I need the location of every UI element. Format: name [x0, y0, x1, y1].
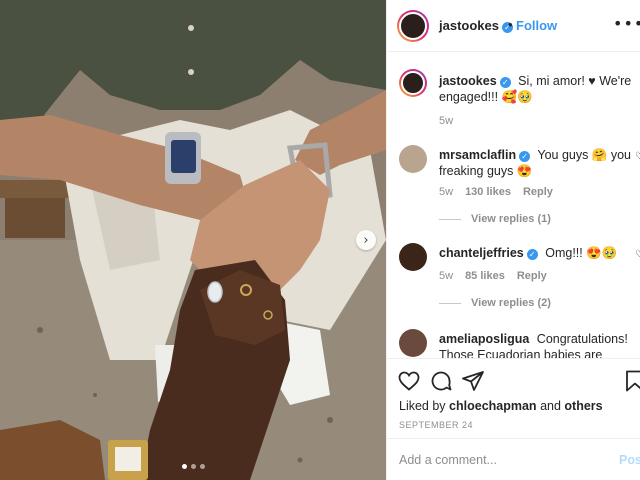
- bookmark-icon[interactable]: [623, 369, 640, 393]
- commenter-username[interactable]: ameliaposligua: [439, 332, 529, 346]
- share-icon[interactable]: [461, 369, 485, 393]
- author-avatar[interactable]: [397, 10, 429, 42]
- comment-meta: 5w 130 likes Reply: [439, 186, 565, 198]
- carousel-dot: [190, 464, 196, 469]
- liked-by-prefix: Liked by: [399, 399, 446, 413]
- comment-text: ameliaposligua Congratulations! Those Ec…: [439, 331, 635, 358]
- liked-by-user-link[interactable]: chloechapman: [449, 399, 537, 413]
- comment-time[interactable]: 5w: [439, 186, 453, 198]
- comment-body: Omg!!! 😍🥹: [545, 246, 618, 260]
- comment-input[interactable]: [399, 451, 599, 469]
- comment-like-icon[interactable]: ♡: [635, 151, 640, 162]
- commenter-avatar[interactable]: [399, 243, 427, 271]
- comment-like-icon[interactable]: ♡: [635, 249, 640, 260]
- post-sidebar: jastookes✓ • Follow ••• jastookes✓ Si, m…: [386, 0, 640, 480]
- commenter-avatar[interactable]: [399, 329, 427, 357]
- comment-text: mrsamclaflin ✓ You guys 🤗 you freaking gu…: [439, 147, 635, 179]
- comments-list: jastookes ✓ Si, mi amor! ♥ We're engaged!…: [387, 53, 640, 358]
- verified-badge-icon: ✓: [499, 77, 511, 88]
- carousel-next-button[interactable]: ›: [356, 230, 376, 250]
- caption-time[interactable]: 5w: [439, 115, 453, 127]
- commenter-username[interactable]: chanteljeffries ✓: [439, 246, 538, 260]
- carousel-indicator: [0, 464, 386, 469]
- commenter-avatar[interactable]: [399, 145, 427, 173]
- comment-likes[interactable]: 130 likes: [465, 186, 511, 198]
- verified-badge-icon: ✓: [519, 151, 531, 162]
- verified-badge-icon: ✓: [526, 249, 538, 260]
- comment-text: chanteljeffries ✓ Omg!!! 😍🥹: [439, 245, 635, 261]
- reply-button[interactable]: Reply: [517, 270, 547, 282]
- post-photo-illustration: [0, 0, 386, 480]
- view-replies-button[interactable]: View replies (1): [439, 213, 551, 225]
- follow-button[interactable]: Follow: [516, 18, 557, 33]
- caption-username[interactable]: jastookes ✓: [439, 74, 511, 88]
- carousel-dot: [181, 464, 187, 469]
- more-options-icon[interactable]: •••: [613, 14, 640, 33]
- comment-icon[interactable]: [429, 369, 453, 393]
- liked-by-text: Liked by chloechapman and others: [399, 399, 603, 413]
- author-username[interactable]: jastookes ✓: [439, 18, 513, 33]
- post-header: jastookes✓ • Follow •••: [387, 0, 640, 52]
- add-comment-bar: Post: [387, 438, 640, 480]
- heart-icon[interactable]: [397, 369, 421, 393]
- reply-button[interactable]: Reply: [523, 186, 553, 198]
- replies-divider: [439, 302, 461, 304]
- comment-meta: 5w 85 likes Reply: [439, 270, 559, 282]
- caption-text: jastookes ✓ Si, mi amor! ♥ We're engaged!…: [439, 73, 635, 105]
- post-photo[interactable]: ›: [0, 0, 386, 480]
- liked-by-and: and: [540, 399, 561, 413]
- post-actions-bar: Liked by chloechapman and others SEPTEMB…: [387, 358, 640, 438]
- liked-by-others-link[interactable]: others: [564, 399, 602, 413]
- post-date[interactable]: SEPTEMBER 24: [399, 420, 473, 430]
- comment-time[interactable]: 5w: [439, 270, 453, 282]
- carousel-dot: [199, 464, 205, 469]
- caption-author-avatar[interactable]: [399, 69, 427, 97]
- comment-likes[interactable]: 85 likes: [465, 270, 505, 282]
- view-replies-button[interactable]: View replies (2): [439, 297, 551, 309]
- separator-bullet: •: [508, 17, 513, 32]
- caption-meta: 5w: [439, 115, 465, 127]
- commenter-username[interactable]: mrsamclaflin ✓: [439, 148, 531, 162]
- replies-divider: [439, 218, 461, 220]
- post-comment-button[interactable]: Post: [619, 453, 640, 467]
